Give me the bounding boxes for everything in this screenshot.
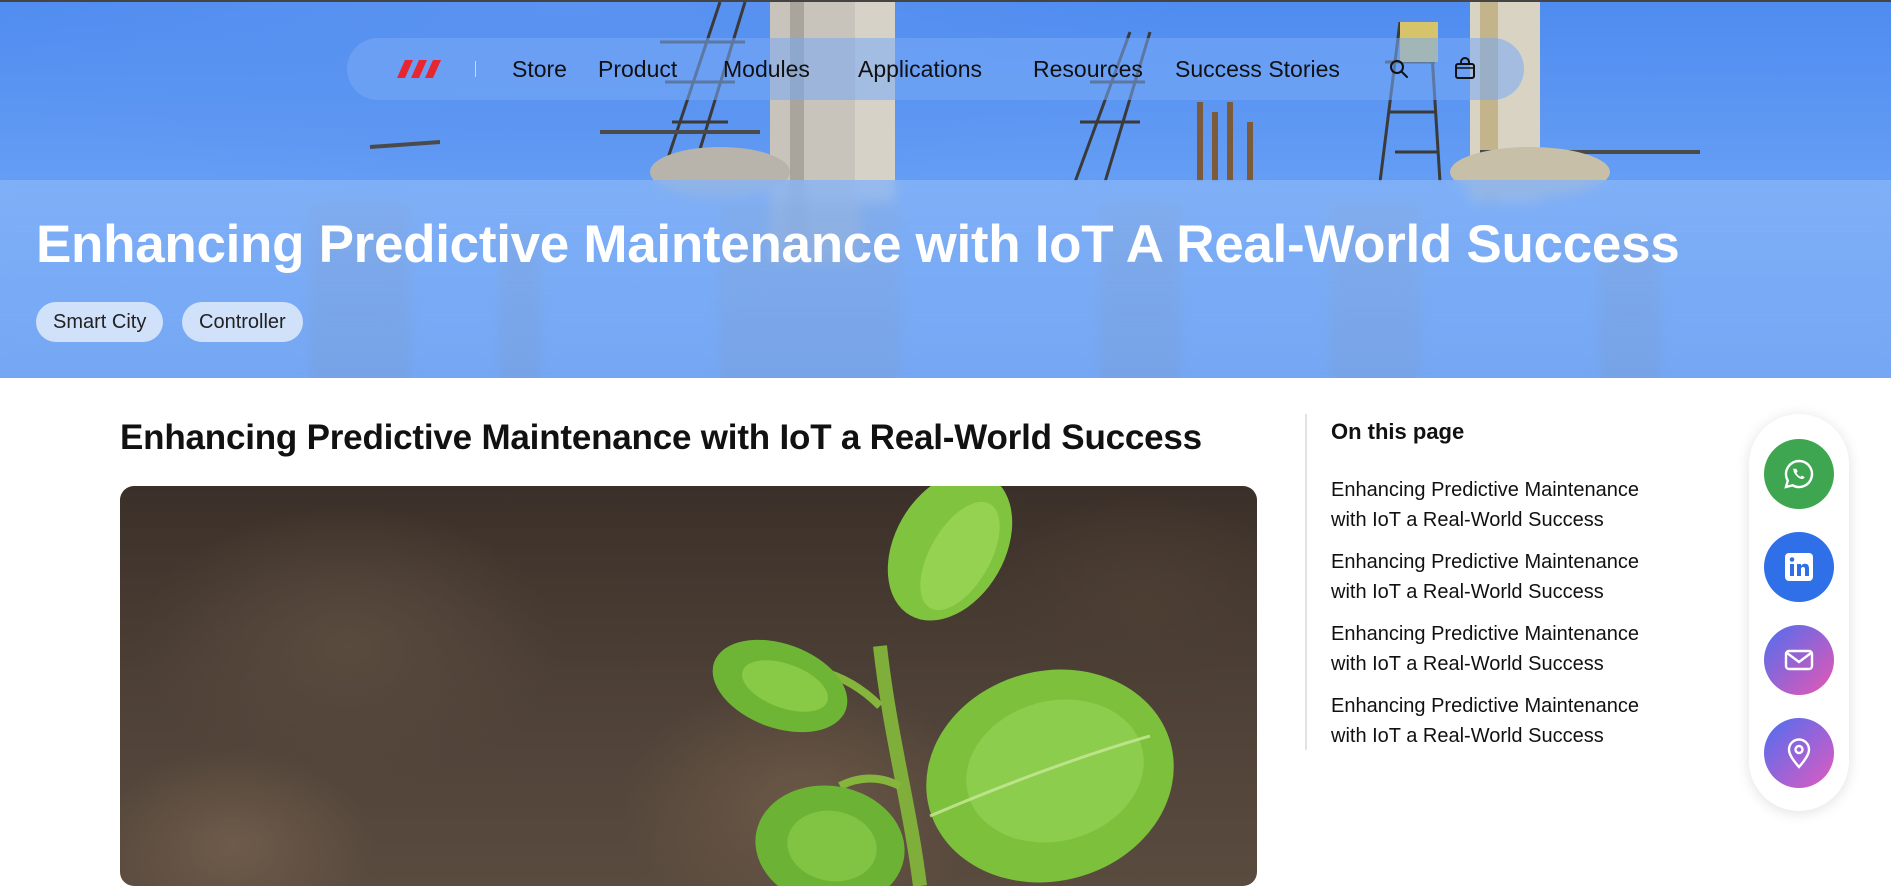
nav-separator — [475, 61, 476, 77]
nav-item-applications[interactable]: Applications — [858, 56, 982, 83]
whatsapp-button[interactable] — [1764, 439, 1834, 509]
nav-item-success-stories[interactable]: Success Stories — [1175, 56, 1340, 83]
brand-logo[interactable] — [397, 60, 441, 78]
social-share-bar — [1749, 414, 1849, 811]
top-navigation: Store Product Modules Applications Resou… — [347, 38, 1524, 100]
toc-item[interactable]: Enhancing Predictive Maintenance with Io… — [1331, 691, 1671, 751]
plant-sprout-image — [712, 486, 1174, 886]
location-button[interactable] — [1764, 718, 1834, 788]
shopping-bag-icon[interactable] — [1453, 57, 1477, 81]
email-button[interactable] — [1764, 625, 1834, 695]
article-hero-image — [120, 486, 1257, 886]
tag-controller[interactable]: Controller — [182, 302, 303, 342]
toc-divider — [1305, 414, 1307, 750]
linkedin-icon — [1785, 553, 1813, 581]
toc-item[interactable]: Enhancing Predictive Maintenance with Io… — [1331, 619, 1671, 679]
linkedin-button[interactable] — [1764, 532, 1834, 602]
toc-item[interactable]: Enhancing Predictive Maintenance with Io… — [1331, 475, 1671, 535]
hero-title: Enhancing Predictive Maintenance with Io… — [36, 215, 1680, 274]
tag-smart-city[interactable]: Smart City — [36, 302, 164, 342]
nav-item-resources[interactable]: Resources — [1033, 56, 1143, 83]
nav-item-product[interactable]: Product — [598, 56, 677, 83]
location-pin-icon — [1787, 738, 1811, 769]
toc-item[interactable]: Enhancing Predictive Maintenance with Io… — [1331, 547, 1671, 607]
mail-icon — [1784, 649, 1814, 671]
hero-band-overlay — [0, 180, 1891, 378]
nav-item-modules[interactable]: Modules — [723, 56, 810, 83]
article-title: Enhancing Predictive Maintenance with Io… — [120, 418, 1202, 457]
search-icon[interactable] — [1387, 57, 1411, 81]
toc-heading: On this page — [1331, 419, 1465, 444]
nav-item-store[interactable]: Store — [512, 56, 567, 83]
whatsapp-icon — [1784, 459, 1814, 489]
